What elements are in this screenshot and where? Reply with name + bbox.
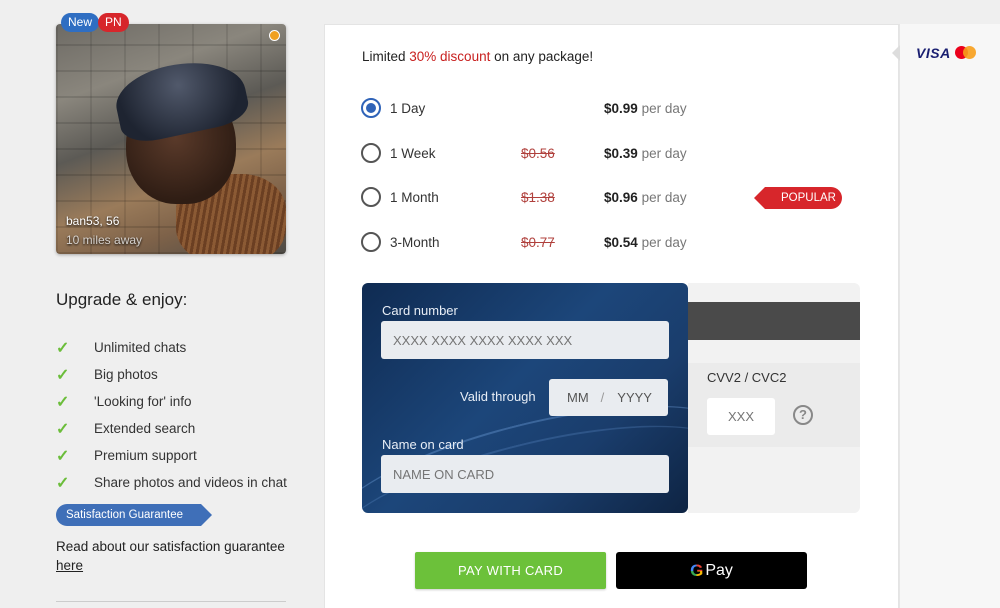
satisfaction-guarantee-tag: Satisfaction Guarantee bbox=[56, 504, 212, 526]
package-name: 1 Month bbox=[390, 189, 439, 205]
selected-method-pointer bbox=[892, 45, 900, 61]
online-status-icon bbox=[269, 30, 280, 41]
google-pay-button[interactable]: G Pay bbox=[616, 552, 807, 589]
radio-button[interactable] bbox=[361, 187, 381, 207]
discount-banner: Limited 30% discount on any package! bbox=[362, 49, 593, 64]
popular-badge: POPULAR bbox=[754, 187, 842, 209]
package-price: $0.39 per day bbox=[604, 146, 687, 161]
visa-logo[interactable]: VISA bbox=[916, 45, 951, 61]
radio-button[interactable] bbox=[361, 143, 381, 163]
package-price-unit: per day bbox=[641, 234, 687, 250]
package-price-value: $0.96 bbox=[604, 189, 638, 205]
feature-label: Unlimited chats bbox=[94, 340, 187, 355]
guarantee-text: Read about our satisfaction guarantee bbox=[56, 539, 285, 554]
valid-through-label: Valid through bbox=[460, 389, 536, 404]
discount-suffix: on any package! bbox=[490, 49, 594, 64]
profile-photo-card[interactable]: ban53, 56 10 miles away bbox=[56, 24, 286, 254]
package-price-value: $0.54 bbox=[604, 234, 638, 250]
package-name: 1 Week bbox=[390, 145, 436, 161]
checkmark-icon: ✓ bbox=[56, 420, 70, 438]
name-on-card-label: Name on card bbox=[382, 437, 464, 452]
pay-with-card-button[interactable]: PAY WITH CARD bbox=[415, 552, 606, 589]
checkmark-icon: ✓ bbox=[56, 474, 70, 492]
feature-item: ✓ Premium support bbox=[56, 442, 287, 469]
feature-label: Share photos and videos in chat bbox=[94, 475, 287, 490]
payment-methods-strip bbox=[899, 24, 1000, 608]
guarantee-here-link[interactable]: here bbox=[56, 556, 83, 575]
feature-item: ✓ 'Looking for' info bbox=[56, 388, 287, 415]
expiry-month-input[interactable]: MM bbox=[567, 390, 589, 405]
google-pay-label: Pay bbox=[705, 561, 733, 579]
discount-highlight: 30% discount bbox=[409, 49, 491, 64]
guarantee-description: Read about our satisfaction guarantee he… bbox=[56, 537, 296, 575]
checkmark-icon: ✓ bbox=[56, 366, 70, 384]
expiry-year-input[interactable]: YYYY bbox=[617, 390, 652, 405]
pn-badge: PN bbox=[98, 13, 129, 32]
package-old-price: $0.77 bbox=[521, 234, 555, 250]
discount-prefix: Limited bbox=[362, 49, 410, 64]
feature-label: 'Looking for' info bbox=[94, 394, 192, 409]
feature-label: Big photos bbox=[94, 367, 158, 382]
package-price-unit: per day bbox=[641, 100, 687, 116]
checkmark-icon: ✓ bbox=[56, 447, 70, 465]
name-on-card-input[interactable] bbox=[381, 455, 669, 493]
feature-list: ✓ Unlimited chats ✓ Big photos ✓ 'Looking f… bbox=[56, 334, 287, 496]
package-name: 1 Day bbox=[390, 100, 426, 116]
expiry-field[interactable]: MM / YYYY bbox=[549, 379, 668, 416]
cvv-input[interactable] bbox=[707, 398, 775, 435]
package-old-price: $1.38 bbox=[521, 189, 555, 205]
package-price: $0.54 per day bbox=[604, 235, 687, 250]
feature-item: ✓ Share photos and videos in chat bbox=[56, 469, 287, 496]
card-number-input[interactable] bbox=[381, 321, 669, 359]
card-magnetic-stripe bbox=[688, 302, 860, 340]
package-price: $0.96 per day bbox=[604, 190, 687, 205]
cvv-help-icon[interactable]: ? bbox=[793, 405, 813, 425]
package-price: $0.99 per day bbox=[604, 101, 687, 116]
feature-item: ✓ Big photos bbox=[56, 361, 287, 388]
radio-button-checked[interactable] bbox=[361, 98, 381, 118]
feature-label: Extended search bbox=[94, 421, 196, 436]
new-badge: New bbox=[61, 13, 100, 32]
package-price-value: $0.39 bbox=[604, 145, 638, 161]
feature-label: Premium support bbox=[94, 448, 197, 463]
cvv-label: CVV2 / CVC2 bbox=[707, 370, 787, 385]
package-option-1-week[interactable]: 1 Week $0.56 $0.39 per day bbox=[361, 141, 861, 165]
package-option-3-month[interactable]: 3-Month $0.77 $0.54 per day bbox=[361, 230, 861, 254]
checkmark-icon: ✓ bbox=[56, 339, 70, 357]
profile-name-age: ban53, 56 bbox=[66, 214, 120, 228]
left-divider bbox=[56, 601, 286, 602]
package-old-price: $0.56 bbox=[521, 145, 555, 161]
package-option-1-day[interactable]: 1 Day $0.99 per day bbox=[361, 96, 861, 120]
upgrade-title: Upgrade & enjoy: bbox=[56, 290, 188, 309]
feature-item: ✓ Unlimited chats bbox=[56, 334, 287, 361]
card-number-label: Card number bbox=[382, 303, 458, 318]
checkmark-icon: ✓ bbox=[56, 393, 70, 411]
feature-item: ✓ Extended search bbox=[56, 415, 287, 442]
google-g-icon: G bbox=[690, 560, 704, 580]
radio-button[interactable] bbox=[361, 232, 381, 252]
expiry-separator: / bbox=[600, 390, 605, 405]
mastercard-icon[interactable] bbox=[955, 46, 977, 60]
package-price-unit: per day bbox=[641, 189, 687, 205]
package-price-value: $0.99 bbox=[604, 100, 638, 116]
package-name: 3-Month bbox=[390, 234, 440, 250]
package-price-unit: per day bbox=[641, 145, 687, 161]
profile-distance: 10 miles away bbox=[66, 233, 143, 247]
